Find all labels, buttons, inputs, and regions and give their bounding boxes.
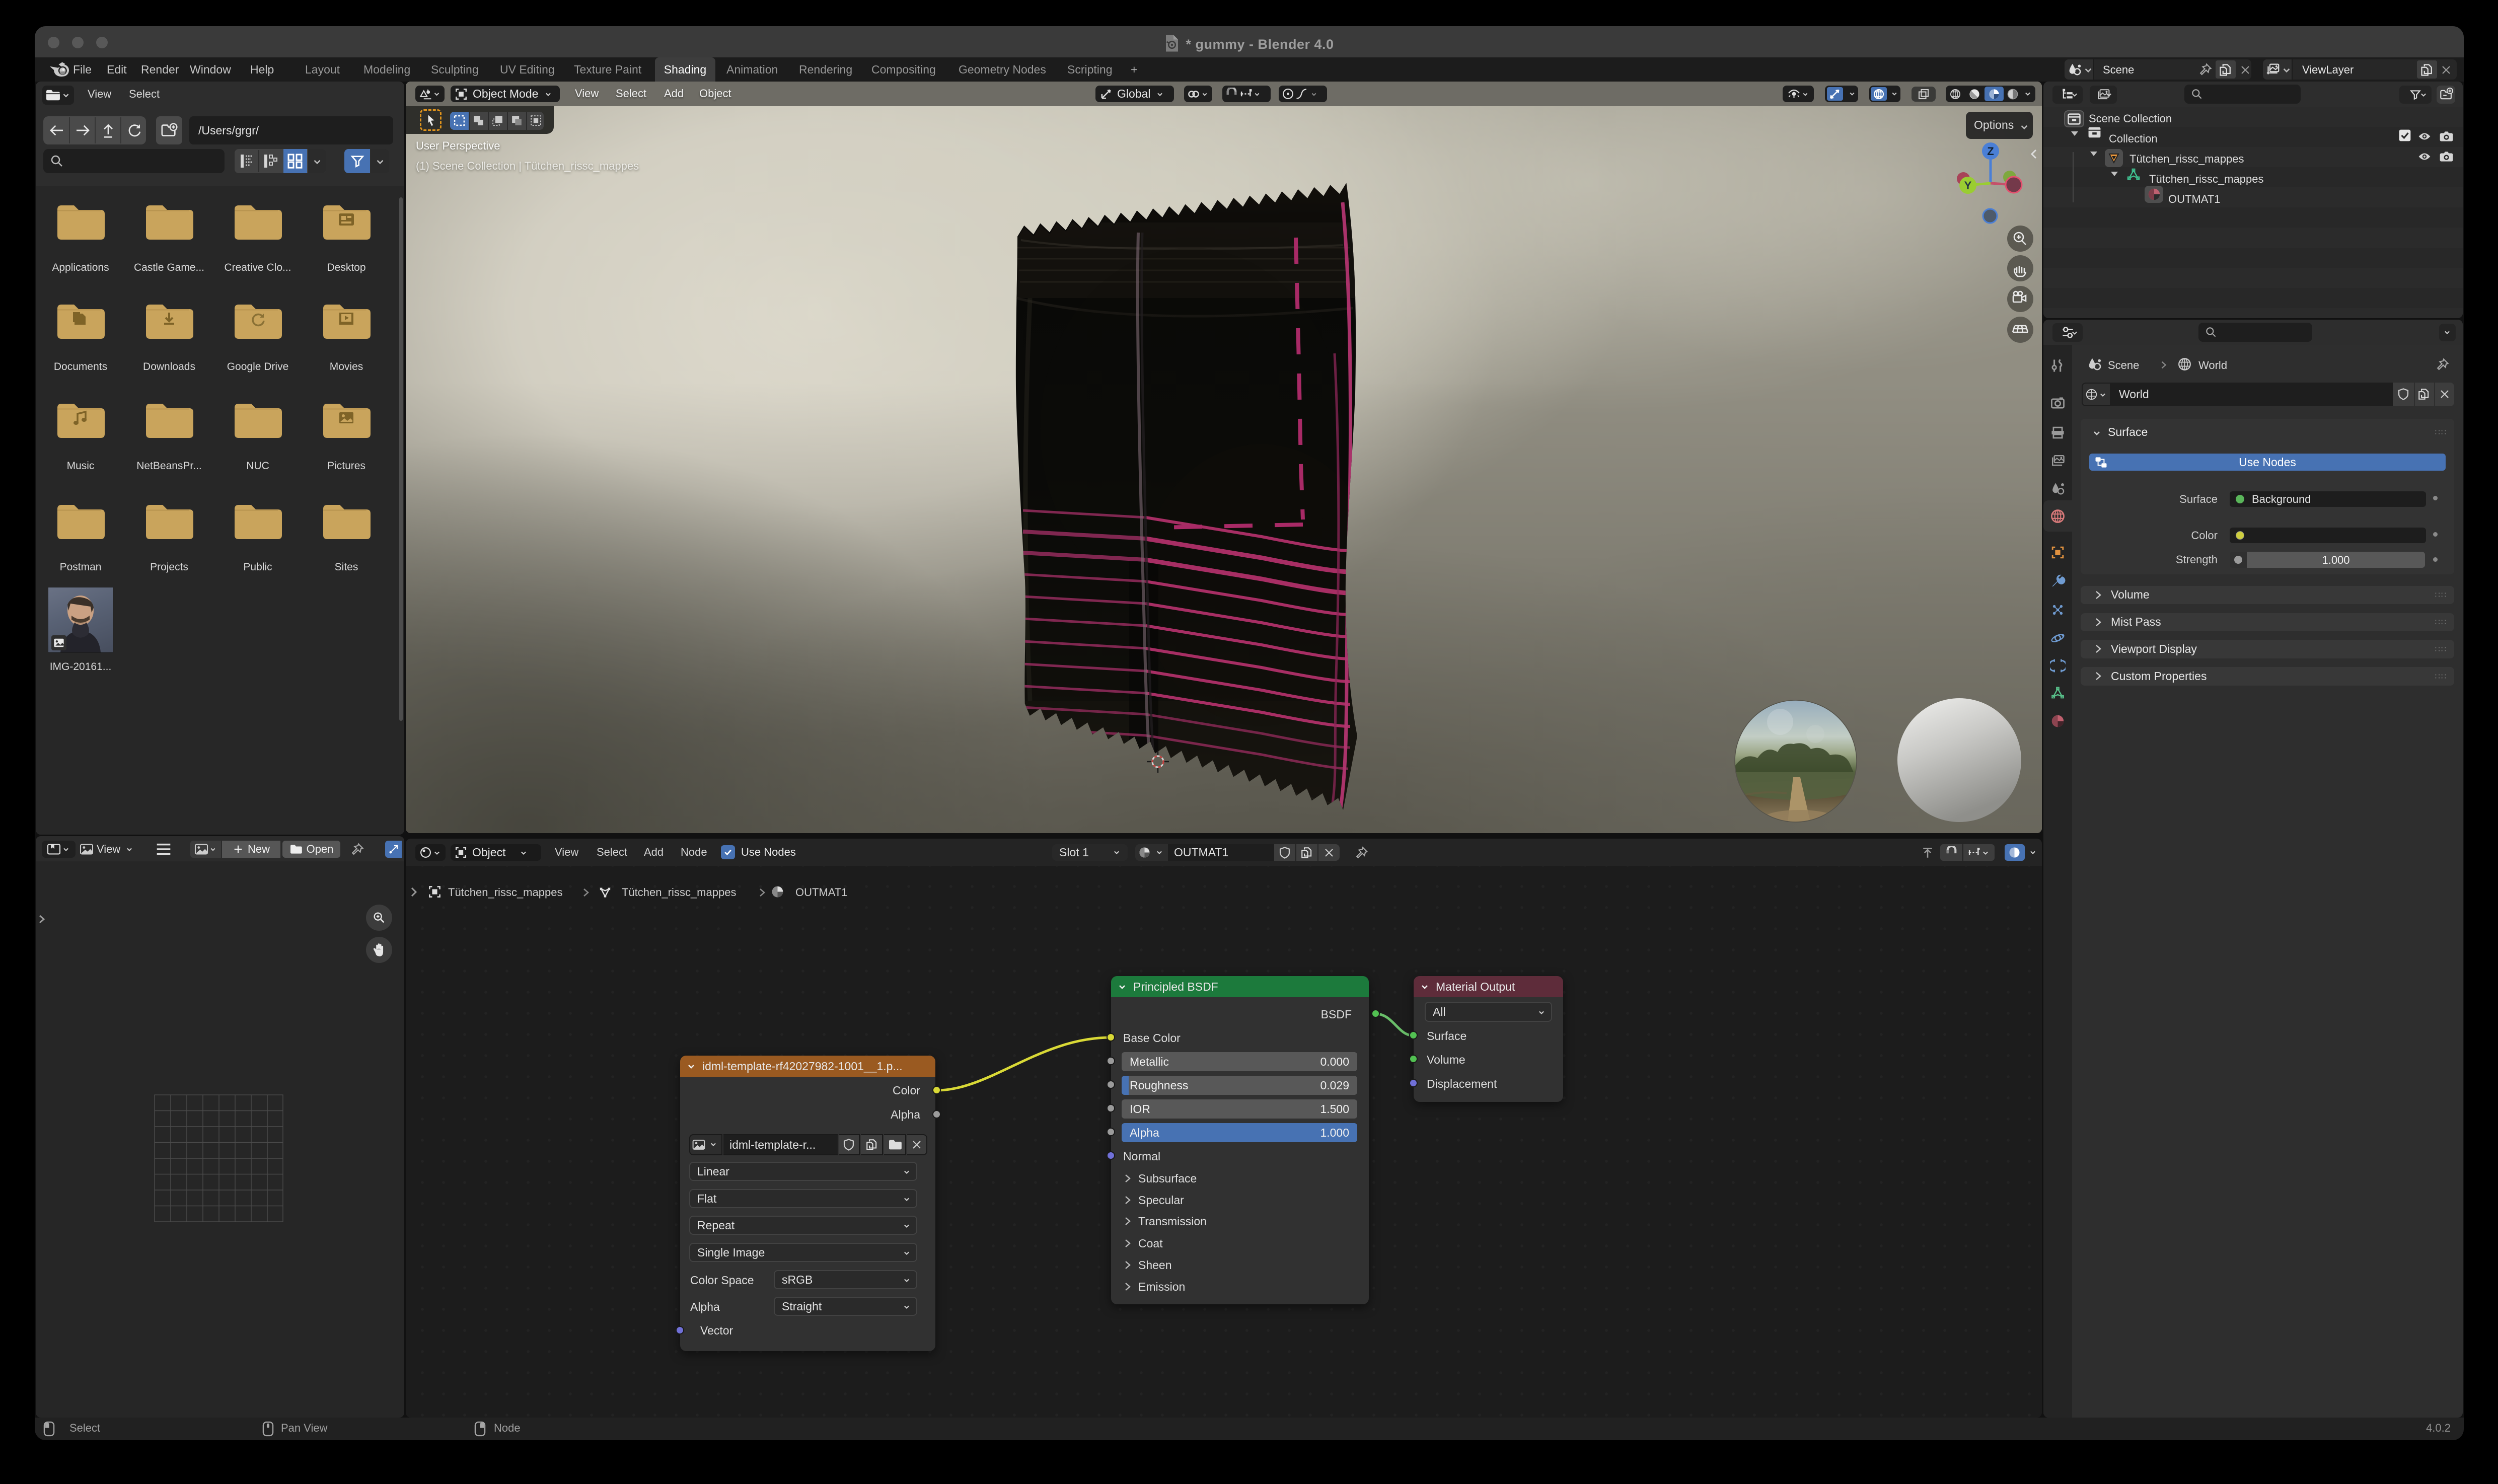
- svg-text:Y: Y: [1964, 179, 1972, 192]
- svg-text:Z: Z: [1987, 145, 1994, 158]
